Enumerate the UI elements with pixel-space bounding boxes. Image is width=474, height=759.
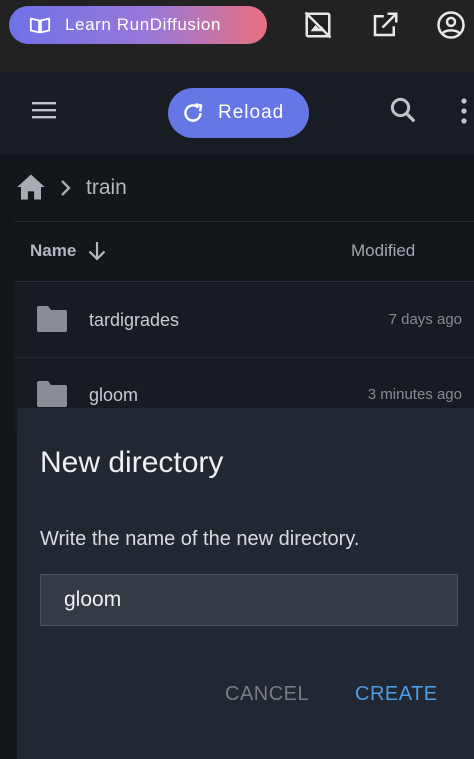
column-header-name[interactable]: Name [30,241,76,261]
learn-rundiffusion-label: Learn RunDiffusion [65,15,222,34]
file-name: gloom [89,385,139,405]
top-bar: Learn RunDiffusion [0,0,474,72]
learn-rundiffusion-button[interactable]: Learn RunDiffusion [9,6,267,44]
dialog-title: New directory [40,446,224,479]
folder-icon [37,306,67,332]
file-modified: 3 minutes ago [367,386,462,403]
app-bar: Reload [0,72,474,155]
home-icon[interactable] [16,173,46,201]
search-icon[interactable] [388,95,418,125]
table-row[interactable]: tardigrades 7 days ago [14,283,474,357]
divider [14,281,474,282]
dialog-text: Write the name of the new directory. [40,528,360,550]
file-name: tardigrades [89,310,180,330]
create-button[interactable]: CREATE [355,683,438,706]
sort-arrow-down-icon[interactable] [86,239,108,263]
account-circle-icon[interactable] [436,10,466,40]
reload-button[interactable]: Reload [168,88,309,138]
file-modified: 7 days ago [388,311,462,328]
divider [14,221,474,222]
breadcrumb: train [0,155,474,221]
menu-icon[interactable] [30,99,58,121]
open-external-icon[interactable] [370,10,400,40]
reload-label: Reload [218,102,285,123]
folder-icon [37,381,67,407]
refresh-icon [184,103,203,122]
new-directory-dialog: New directory Write the name of the new … [17,408,474,759]
hide-image-icon[interactable] [303,10,333,40]
column-header-modified[interactable]: Modified [351,241,415,261]
directory-name-input[interactable] [40,574,458,626]
cancel-button[interactable]: CANCEL [225,683,309,706]
more-vertical-icon[interactable] [458,97,470,125]
book-icon [29,17,51,34]
chevron-right-icon [61,180,71,196]
breadcrumb-current[interactable]: train [86,176,127,200]
